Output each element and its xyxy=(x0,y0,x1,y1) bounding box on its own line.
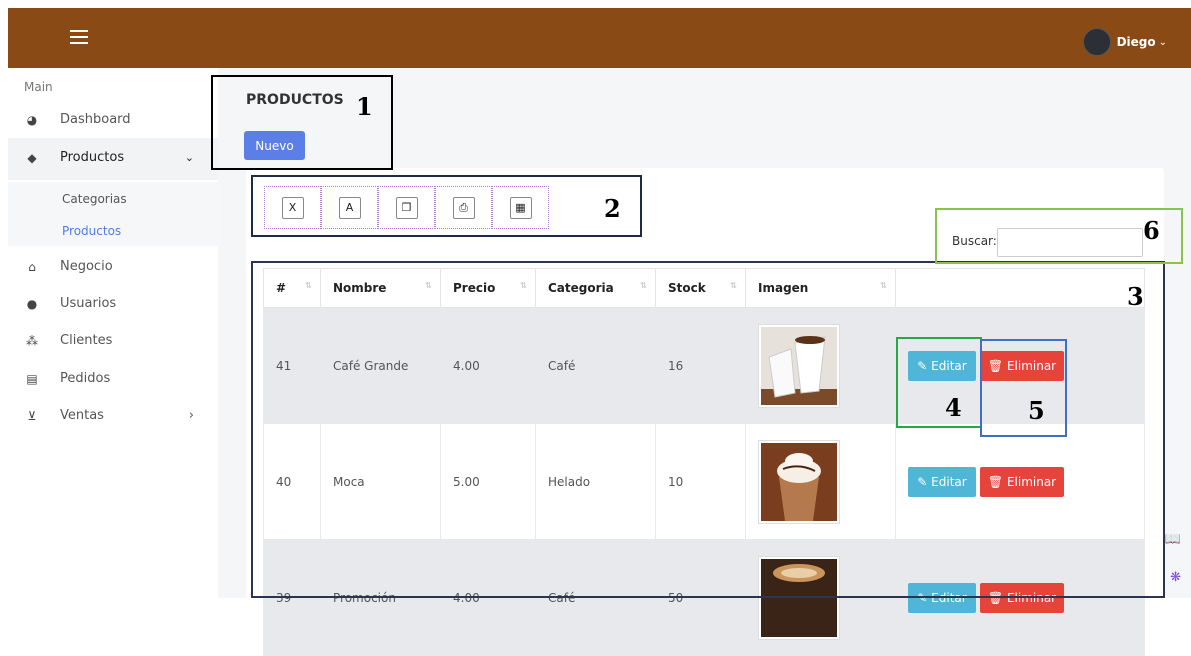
user-name: Diego xyxy=(1116,35,1156,49)
annotation-box-5 xyxy=(980,339,1067,437)
users-icon: ⁂ xyxy=(26,333,38,348)
chevron-down-icon: ⌄ xyxy=(184,151,194,164)
sidebar-item-label: Usuarios xyxy=(60,296,117,311)
annotation-box-1 xyxy=(211,75,393,170)
sidebar-item-negocio[interactable]: ⌂ Negocio xyxy=(24,259,113,274)
annotation-number-5: 5 xyxy=(1028,396,1045,425)
annotation-number-6: 6 xyxy=(1143,216,1160,245)
sidebar-item-productos[interactable]: ◆ Productos ⌄ xyxy=(24,150,194,165)
sidebar-item-dashboard[interactable]: ◕ Dashboard xyxy=(24,112,131,127)
top-navbar: Diego ⌄ xyxy=(8,8,1191,68)
home-icon: ⌂ xyxy=(28,259,36,274)
chevron-down-icon: ⌄ xyxy=(1158,36,1167,48)
sidebar-item-label: Dashboard xyxy=(60,112,131,127)
sidebar-item-label: Ventas xyxy=(60,408,104,423)
sidebar-subitem-productos[interactable]: Productos xyxy=(62,224,121,238)
hamburger-menu-icon[interactable] xyxy=(70,30,88,46)
annotation-number-2: 2 xyxy=(604,194,621,223)
annotation-box-2 xyxy=(251,175,642,237)
annotation-number-1: 1 xyxy=(356,92,373,121)
sidebar-item-label: Pedidos xyxy=(60,371,111,386)
sidebar-section-title: Main xyxy=(24,80,53,94)
sidebar-item-label: Productos xyxy=(60,150,125,165)
user-icon: ● xyxy=(26,296,38,311)
sidebar-subitem-categorias[interactable]: Categorias xyxy=(62,192,127,206)
book-icon[interactable]: 📖 xyxy=(1165,532,1181,547)
annotation-box-4 xyxy=(896,337,982,428)
chevron-right-icon: › xyxy=(188,408,194,423)
sidebar-item-pedidos[interactable]: ▤ Pedidos xyxy=(24,371,110,386)
brain-icon[interactable]: ❋ xyxy=(1170,570,1181,585)
sidebar-item-ventas[interactable]: ⊻ Ventas › xyxy=(24,408,194,423)
list-icon: ▤ xyxy=(26,371,38,386)
pie-chart-icon: ◕ xyxy=(26,112,38,127)
tags-icon: ◆ xyxy=(27,150,37,165)
sidebar-item-label: Negocio xyxy=(60,259,113,274)
annotation-number-4: 4 xyxy=(945,393,962,422)
sidebar-item-clientes[interactable]: ⁂ Clientes xyxy=(24,333,112,348)
cart-icon: ⊻ xyxy=(27,408,37,423)
user-menu[interactable]: Diego ⌄ xyxy=(1082,28,1167,56)
annotation-number-3: 3 xyxy=(1127,282,1144,311)
sidebar-item-usuarios[interactable]: ● Usuarios xyxy=(24,296,116,311)
avatar xyxy=(1082,28,1111,56)
sidebar-item-label: Clientes xyxy=(60,333,113,348)
